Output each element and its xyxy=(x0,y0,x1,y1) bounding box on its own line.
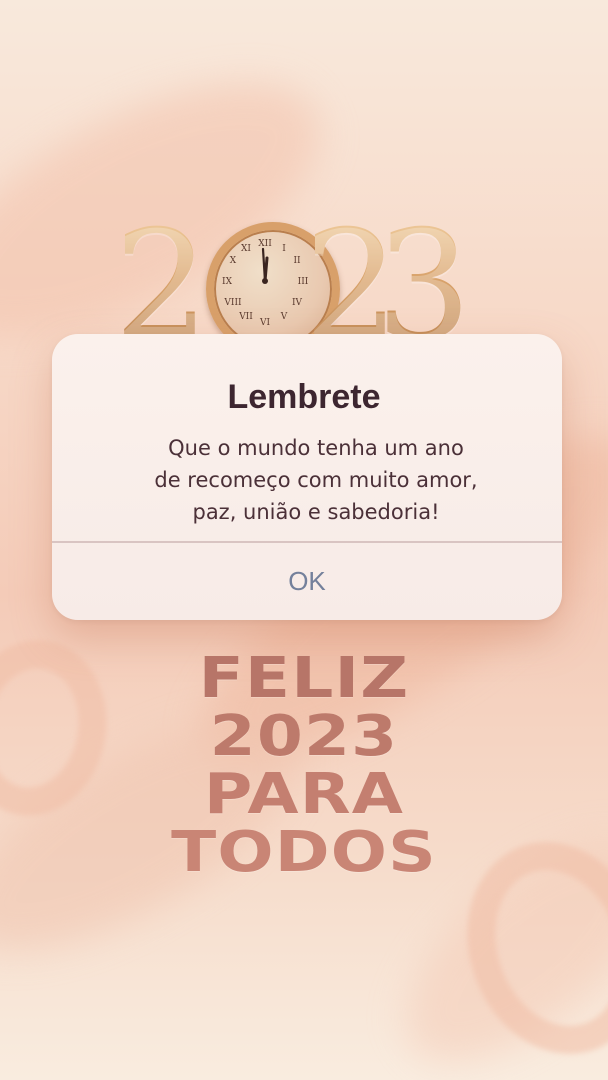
svg-text:VIII: VIII xyxy=(223,298,242,308)
svg-text:X: X xyxy=(230,256,237,266)
svg-text:XII: XII xyxy=(258,239,272,249)
dialog-title: Lembrete xyxy=(227,378,381,416)
tagline: FELIZ 2023 PARA TODOS xyxy=(0,650,608,882)
svg-text:II: II xyxy=(293,256,301,266)
tagline-line: 2023 xyxy=(209,704,399,769)
svg-text:V: V xyxy=(280,312,288,322)
svg-text:VI: VI xyxy=(259,318,270,328)
svg-text:IX: IX xyxy=(222,277,233,287)
svg-text:VII: VII xyxy=(238,312,253,322)
tagline-line: FELIZ xyxy=(198,646,410,711)
ok-button[interactable]: OK xyxy=(52,543,562,620)
dialog-message: Que o mundo tenha um ano de recomeço com… xyxy=(154,436,478,524)
svg-text:I: I xyxy=(282,244,286,254)
svg-text:IV: IV xyxy=(292,298,303,308)
tagline-line: TODOS xyxy=(171,820,437,885)
tagline-line: PARA xyxy=(203,762,405,827)
svg-text:XI: XI xyxy=(241,244,251,254)
